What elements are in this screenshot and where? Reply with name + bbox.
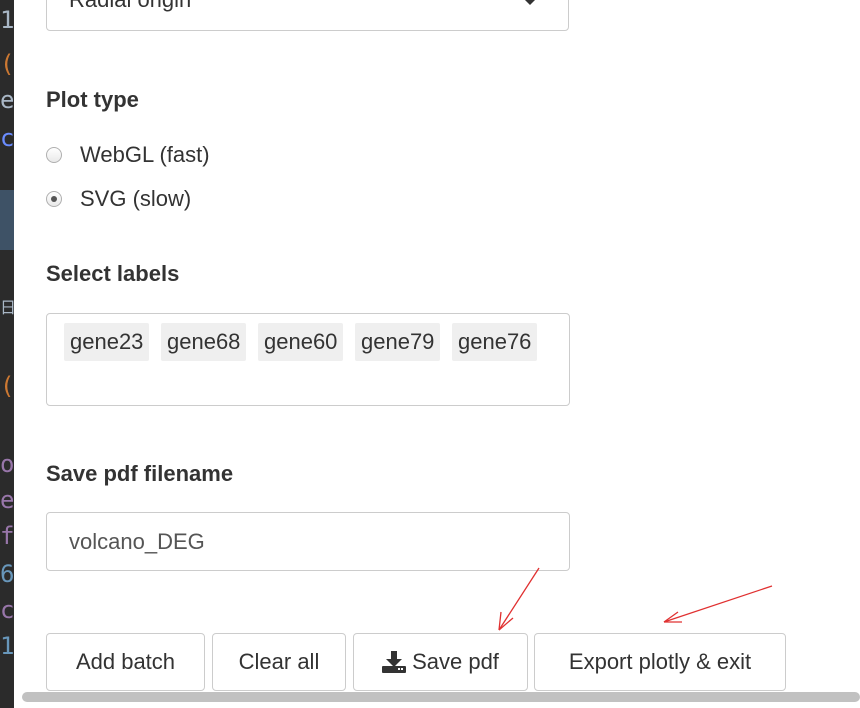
background-code-glyph: o bbox=[0, 450, 14, 478]
background-code-glyph: 1 bbox=[0, 6, 14, 34]
export-plotly-exit-button-label: Export plotly & exit bbox=[568, 649, 752, 674]
export-plotly-exit-button[interactable]: Export plotly & exit bbox=[534, 633, 786, 691]
save-pdf-button-label: Save pdf bbox=[412, 649, 499, 674]
label-tag[interactable]: gene76 bbox=[452, 323, 538, 361]
add-batch-button[interactable]: Add batch bbox=[46, 633, 205, 691]
select-labels-label: Select labels bbox=[46, 261, 180, 286]
add-batch-button-label: Add batch bbox=[75, 649, 176, 674]
radio-label-svg[interactable]: SVG (slow) bbox=[80, 186, 191, 212]
clear-all-button[interactable]: Clear all bbox=[212, 633, 346, 691]
radio-button-svg[interactable] bbox=[46, 191, 62, 207]
chevron-down-icon bbox=[522, 0, 538, 5]
background-code-glyph: 6 bbox=[0, 560, 14, 588]
background-code-glyph: e bbox=[0, 86, 14, 114]
radial-origin-select-value: Radial origin bbox=[69, 0, 191, 13]
settings-panel: Radial origin Plot type WebGL (fast) SVG… bbox=[14, 0, 860, 708]
radio-button-webgl[interactable] bbox=[46, 147, 62, 163]
background-code-glyph: ( bbox=[0, 50, 14, 78]
radio-label-webgl[interactable]: WebGL (fast) bbox=[80, 142, 210, 168]
save-pdf-filename-input[interactable] bbox=[46, 512, 570, 571]
clear-all-button-label: Clear all bbox=[238, 649, 320, 674]
select-labels-input[interactable]: gene23 gene68 gene60 gene79 gene76 bbox=[46, 313, 570, 406]
label-tag[interactable]: gene68 bbox=[161, 323, 247, 361]
background-code-glyph: c bbox=[0, 596, 14, 624]
plot-type-label: Plot type bbox=[46, 87, 139, 112]
radio-option-svg[interactable]: SVG (slow) bbox=[46, 186, 191, 212]
save-pdf-button[interactable]: Save pdf bbox=[353, 633, 528, 691]
save-pdf-filename-label: Save pdf filename bbox=[46, 461, 234, 486]
background-editor-strip: 1 ( e c 日 ( o e f 6 c 1 bbox=[0, 0, 14, 708]
label-tag[interactable]: gene79 bbox=[355, 323, 441, 361]
radial-origin-select[interactable]: Radial origin bbox=[46, 0, 569, 31]
background-code-glyph: ( bbox=[0, 372, 14, 400]
background-code-glyph: 1 bbox=[0, 632, 14, 660]
background-panel-bar bbox=[0, 190, 14, 250]
background-code-glyph: f bbox=[0, 522, 14, 550]
background-code-glyph: 日 bbox=[0, 298, 14, 317]
background-code-glyph: c bbox=[0, 124, 14, 152]
horizontal-scrollbar[interactable] bbox=[22, 692, 860, 702]
label-tag[interactable]: gene60 bbox=[258, 323, 344, 361]
radio-option-webgl[interactable]: WebGL (fast) bbox=[46, 142, 210, 168]
download-icon bbox=[382, 651, 407, 673]
label-tag[interactable]: gene23 bbox=[64, 323, 150, 361]
background-code-glyph: e bbox=[0, 486, 14, 514]
